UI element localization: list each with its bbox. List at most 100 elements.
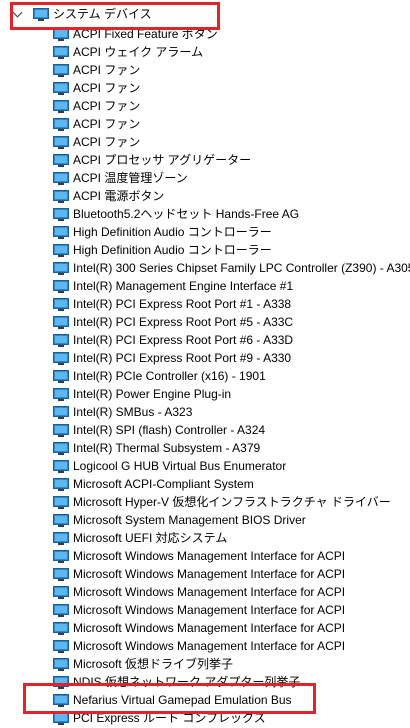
tree-item-device[interactable]: ACPI 電源ボタン [0,187,410,205]
device-icon [53,513,69,530]
tree-item-device[interactable]: Microsoft 仮想ドライブ列挙子 [0,655,410,673]
device-icon [53,675,69,692]
tree-item-label: Intel(R) PCI Express Root Port #9 - A330 [73,351,292,365]
tree-item-device[interactable]: Microsoft Windows Management Interface f… [0,547,410,565]
tree-item-device[interactable]: Microsoft UEFI 対応システム [0,529,410,547]
tree-item-label: ACPI プロセッサ アグリゲーター [73,153,252,167]
tree-item-device[interactable]: Intel(R) SPI (flash) Controller - A324 [0,421,410,439]
device-icon [53,495,69,512]
tree-item-label: Intel(R) PCI Express Root Port #6 - A33D [73,333,294,347]
device-icon [53,315,69,332]
tree-item-device[interactable]: ACPI ファン [0,79,410,97]
device-icon [53,711,69,728]
tree-item-label: ACPI 温度管理ゾーン [73,171,188,185]
tree-item-device[interactable]: Intel(R) Management Engine Interface #1 [0,277,410,295]
device-icon [53,297,69,314]
device-icon [53,441,69,458]
tree-item-label: Microsoft Windows Management Interface f… [73,621,346,635]
tree-item-device[interactable]: ACPI ファン [0,61,410,79]
tree-item-device[interactable]: ACPI 温度管理ゾーン [0,169,410,187]
tree-item-label: Microsoft ACPI-Compliant System [73,477,254,491]
tree-item-device[interactable]: ACPI ファン [0,133,410,151]
tree-item-label: ACPI ファン [73,117,141,131]
tree-item-device[interactable]: High Definition Audio コントローラー [0,241,410,259]
tree-item-device[interactable]: Intel(R) PCI Express Root Port #1 - A338 [0,295,410,313]
device-icon [53,693,69,710]
device-icon [53,135,69,152]
tree-item-device[interactable]: Microsoft Windows Management Interface f… [0,637,410,655]
tree-item-device[interactable]: Microsoft Windows Management Interface f… [0,619,410,637]
tree-item-label: Microsoft Windows Management Interface f… [73,549,346,563]
device-icon [53,585,69,602]
tree-item-label: High Definition Audio コントローラー [73,243,272,257]
device-icon [53,261,69,278]
tree-item-device[interactable]: Intel(R) PCI Express Root Port #9 - A330 [0,349,410,367]
device-list: ACPI Fixed Feature ボタン ACPI ウェイク アラーム ACPI… [0,25,410,727]
tree-item-label: Microsoft Hyper-V 仮想化インフラストラクチャ ドライバー [73,495,391,509]
tree-item-label: Microsoft Windows Management Interface f… [73,603,346,617]
tree-item-label: Intel(R) PCIe Controller (x16) - 1901 [73,369,266,383]
tree-item-device[interactable]: High Definition Audio コントローラー [0,223,410,241]
tree-item-device[interactable]: Intel(R) SMBus - A323 [0,403,410,421]
tree-item-label: ACPI ファン [73,99,141,113]
tree-item-device[interactable]: Microsoft Hyper-V 仮想化インフラストラクチャ ドライバー [0,493,410,511]
device-icon [53,549,69,566]
tree-item-label: Microsoft System Management BIOS Driver [73,513,306,527]
tree-item-label: ACPI Fixed Feature ボタン [73,27,218,41]
tree-item-device[interactable]: Intel(R) 300 Series Chipset Family LPC C… [0,259,410,277]
device-icon [53,27,69,44]
tree-item-label: Intel(R) PCI Express Root Port #1 - A338 [73,297,292,311]
device-icon [53,171,69,188]
device-icon [53,621,69,638]
device-icon [53,567,69,584]
device-icon [53,333,69,350]
tree-item-label: Intel(R) Power Engine Plug-in [73,387,232,401]
device-icon [53,639,69,656]
tree-item-device[interactable]: Microsoft System Management BIOS Driver [0,511,410,529]
device-icon [53,99,69,116]
tree-item-device[interactable]: Microsoft ACPI-Compliant System [0,475,410,493]
tree-item-device[interactable]: Logicool G HUB Virtual Bus Enumerator [0,457,410,475]
device-icon [53,189,69,206]
tree-item-label: Microsoft 仮想ドライブ列挙子 [73,657,234,671]
device-icon [53,459,69,476]
tree-item-device[interactable]: PCI Express ルート コンプレックス [0,709,410,727]
tree-item-label: ACPI ファン [73,63,141,77]
tree-item-device[interactable]: Intel(R) Power Engine Plug-in [0,385,410,403]
tree-item-device[interactable]: ACPI ファン [0,115,410,133]
device-icon [53,387,69,404]
tree-item-device[interactable]: Microsoft Windows Management Interface f… [0,583,410,601]
device-icon [53,45,69,62]
tree-item-device[interactable]: Bluetooth5.2ヘッドセット Hands-Free AG [0,205,410,223]
tree-item-device[interactable]: Intel(R) PCIe Controller (x16) - 1901 [0,367,410,385]
category-label: システム デバイス [53,7,152,21]
tree-item-device[interactable]: ACPI ウェイク アラーム [0,43,410,61]
tree-item-device[interactable]: ACPI Fixed Feature ボタン [0,25,410,43]
tree-item-label: ACPI ファン [73,135,141,149]
category-system-devices[interactable]: システム デバイス [0,5,410,23]
tree-item-label: Intel(R) 300 Series Chipset Family LPC C… [73,261,410,275]
tree-item-label: ACPI ファン [73,81,141,95]
tree-item-label: PCI Express ルート コンプレックス [73,711,266,725]
tree-item-label: Intel(R) SPI (flash) Controller - A324 [73,423,266,437]
device-icon [53,603,69,620]
tree-item-label: Logicool G HUB Virtual Bus Enumerator [73,459,287,473]
tree-item-device[interactable]: Intel(R) PCI Express Root Port #6 - A33D [0,331,410,349]
device-icon [53,405,69,422]
tree-item-device[interactable]: ACPI プロセッサ アグリゲーター [0,151,410,169]
device-icon [53,117,69,134]
tree-item-device[interactable]: ACPI ファン [0,97,410,115]
chevron-down-icon[interactable] [12,7,23,18]
tree-item-device[interactable]: Intel(R) PCI Express Root Port #5 - A33C [0,313,410,331]
tree-item-label: NDIS 仮想ネットワーク アダプター列挙子 [73,675,301,689]
tree-item-device[interactable]: Microsoft Windows Management Interface f… [0,601,410,619]
tree-item-label: Microsoft Windows Management Interface f… [73,567,346,581]
tree-item-device[interactable]: Intel(R) Thermal Subsystem - A379 [0,439,410,457]
tree-item-label: Intel(R) PCI Express Root Port #5 - A33C [73,315,294,329]
tree-item-device[interactable]: NDIS 仮想ネットワーク アダプター列挙子 [0,673,410,691]
tree-item-device[interactable]: Microsoft Windows Management Interface f… [0,565,410,583]
tree-item-label: ACPI 電源ボタン [73,189,165,203]
system-devices-icon [33,7,49,24]
tree-item-device[interactable]: Nefarius Virtual Gamepad Emulation Bus [0,691,410,709]
tree-item-label: Microsoft Windows Management Interface f… [73,585,346,599]
